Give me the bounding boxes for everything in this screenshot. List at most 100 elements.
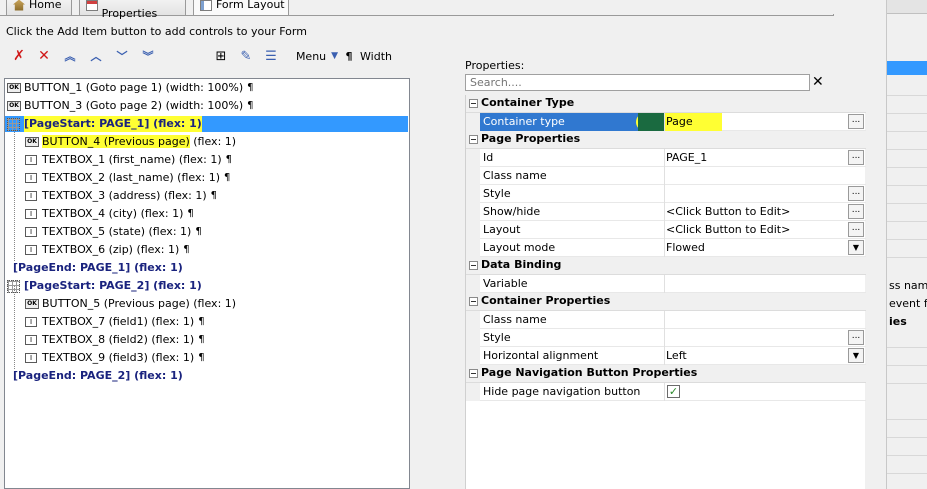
property-value[interactable]: Left — [666, 349, 687, 362]
edit-icon[interactable]: ✎ — [238, 46, 254, 66]
collapse-icon[interactable] — [469, 369, 478, 378]
tree-item[interactable]: OK BUTTON_4 (Previous page) (flex: 1) — [25, 134, 236, 150]
property-row[interactable]: Style... — [466, 185, 866, 203]
tree-item-label: TEXTBOX_6 (zip) (flex: 1) — [42, 243, 180, 256]
move-up-icon[interactable]: ︿ — [88, 46, 104, 66]
tree-item[interactable]: I TEXTBOX_5 (state) (flex: 1) ¶ — [25, 224, 202, 240]
collapse-icon[interactable] — [469, 135, 478, 144]
delete-icon[interactable]: ✕ — [35, 46, 53, 66]
property-row[interactable]: Style... — [466, 329, 866, 347]
tree-item-label: [PageEnd: PAGE_2] (flex: 1) — [13, 369, 183, 382]
column-divider — [664, 383, 665, 401]
button-control-icon: OK — [7, 101, 21, 111]
property-value[interactable]: Page — [666, 115, 693, 128]
property-category[interactable]: Page Properties — [466, 131, 866, 149]
property-name: Id — [483, 151, 494, 164]
instruction-text: Click the Add Item button to add control… — [6, 25, 307, 38]
collapse-icon[interactable] — [469, 297, 478, 306]
collapse-icon[interactable] — [469, 99, 478, 108]
property-row[interactable]: Variable — [466, 275, 866, 293]
move-down-icon[interactable]: ﹀ — [114, 46, 130, 66]
tree-item[interactable]: I TEXTBOX_8 (field2) (flex: 1) ¶ — [25, 332, 205, 348]
property-value[interactable]: <Click Button to Edit> — [666, 205, 790, 218]
tree-page-start[interactable]: [PageStart: PAGE_1] (flex: 1) — [5, 116, 408, 132]
property-row[interactable]: Hide page navigation button ✓ — [466, 383, 866, 401]
row-gutter — [466, 167, 480, 185]
column-divider — [664, 167, 665, 185]
tree-item-label: TEXTBOX_3 (address) (flex: 1) — [42, 189, 207, 202]
property-name: Show/hide — [483, 205, 541, 218]
ellipsis-button[interactable]: ... — [848, 114, 864, 129]
tree-item[interactable]: I TEXTBOX_4 (city) (flex: 1) ¶ — [25, 206, 194, 222]
menu-dropdown[interactable]: Menu ▼ — [290, 46, 344, 66]
tree-item[interactable]: I TEXTBOX_7 (field1) (flex: 1) ¶ — [25, 314, 205, 330]
property-value[interactable]: Flowed — [666, 241, 705, 254]
tree-page-start[interactable]: [PageStart: PAGE_2] (flex: 1) — [7, 278, 202, 294]
tab-form-properties[interactable]: Form Properties — [79, 0, 186, 20]
dropdown-button[interactable]: ▼ — [848, 240, 864, 255]
ellipsis-button[interactable]: ... — [848, 330, 864, 345]
delete-with-tick-icon[interactable]: ✗ — [10, 46, 28, 66]
move-top-icon[interactable]: ︽ — [62, 46, 78, 66]
property-row[interactable]: Show/hide <Click Button to Edit>... — [466, 203, 866, 221]
list-icon[interactable]: ☰ — [263, 46, 279, 66]
tree-item[interactable]: I TEXTBOX_2 (last_name) (flex: 1) ¶ — [25, 170, 230, 186]
pilcrow-icon: ¶ — [195, 226, 202, 237]
search-input[interactable] — [465, 74, 810, 91]
property-name: Class name — [483, 169, 547, 182]
pilcrow-icon: ¶ — [247, 100, 254, 111]
pilcrow-icon[interactable]: ¶ — [344, 46, 354, 66]
property-value[interactable]: <Click Button to Edit> — [666, 223, 790, 236]
tab-home-label: Home — [29, 0, 62, 11]
tree-item[interactable]: I TEXTBOX_6 (zip) (flex: 1) ¶ — [25, 242, 190, 258]
tree-item[interactable]: OK BUTTON_1 (Goto page 1) (width: 100%) ¶ — [7, 80, 254, 96]
collapse-icon[interactable] — [469, 261, 478, 270]
property-row[interactable]: Class name — [466, 167, 866, 185]
width-button[interactable]: Width — [360, 46, 392, 66]
strip-line — [887, 437, 927, 438]
property-category[interactable]: Data Binding — [466, 257, 866, 275]
strip-text: ies — [889, 315, 907, 328]
tree-page-end[interactable]: [PageEnd: PAGE_1] (flex: 1) — [13, 260, 183, 276]
property-value[interactable]: PAGE_1 — [666, 151, 707, 164]
tab-home[interactable]: Home — [6, 0, 72, 15]
property-row[interactable]: Class name — [466, 311, 866, 329]
move-bottom-icon[interactable]: ︾ — [140, 46, 156, 66]
strip-text: ss name — [889, 279, 927, 292]
tree-item[interactable]: OK BUTTON_5 (Previous page) (flex: 1) — [25, 296, 236, 312]
tree-item[interactable]: I TEXTBOX_9 (field3) (flex: 1) ¶ — [25, 350, 205, 366]
dropdown-button[interactable]: ▼ — [848, 348, 864, 363]
ellipsis-button[interactable]: ... — [848, 150, 864, 165]
property-row[interactable]: Horizontal alignment Left ▼ — [466, 347, 866, 365]
row-gutter — [466, 383, 480, 401]
property-row[interactable]: Container type Page... — [466, 113, 866, 131]
checkbox[interactable]: ✓ — [667, 385, 680, 398]
layout-tree[interactable]: OK BUTTON_1 (Goto page 1) (width: 100%) ¶ O… — [4, 78, 410, 489]
row-gutter — [466, 185, 480, 203]
property-name: Style — [483, 187, 511, 200]
strip-line — [887, 131, 927, 132]
menu-label: Menu — [295, 49, 327, 63]
tab-bar: Home Form Properties Form Layout — [0, 0, 834, 20]
ellipsis-button[interactable]: ... — [848, 204, 864, 219]
strip-line — [887, 221, 927, 222]
property-category[interactable]: Container Properties — [466, 293, 866, 311]
ellipsis-button[interactable]: ... — [848, 222, 864, 237]
property-row[interactable]: Layout mode Flowed ▼ — [466, 239, 866, 257]
tree-connector — [14, 286, 15, 369]
property-category[interactable]: Page Navigation Button Properties — [466, 365, 866, 383]
tree-item[interactable]: I TEXTBOX_1 (first_name) (flex: 1) ¶ — [25, 152, 232, 168]
property-row[interactable]: Id PAGE_1... — [466, 149, 866, 167]
add-item-icon[interactable]: ⊞ — [213, 46, 229, 66]
tree-item-label: [PageStart: PAGE_2] (flex: 1) — [24, 279, 202, 292]
row-gutter — [466, 203, 480, 221]
pilcrow-icon: ¶ — [198, 352, 205, 363]
tree-item[interactable]: OK BUTTON_3 (Goto page 2) (width: 100%) ¶ — [7, 98, 254, 114]
tab-form-layout[interactable]: Form Layout — [193, 0, 289, 15]
property-category[interactable]: Container Type — [466, 95, 866, 113]
tree-page-end[interactable]: [PageEnd: PAGE_2] (flex: 1) — [13, 368, 183, 384]
clear-search-icon[interactable]: ✕ — [812, 74, 824, 91]
tree-item[interactable]: I TEXTBOX_3 (address) (flex: 1) ¶ — [25, 188, 217, 204]
ellipsis-button[interactable]: ... — [848, 186, 864, 201]
property-row[interactable]: Layout <Click Button to Edit>... — [466, 221, 866, 239]
